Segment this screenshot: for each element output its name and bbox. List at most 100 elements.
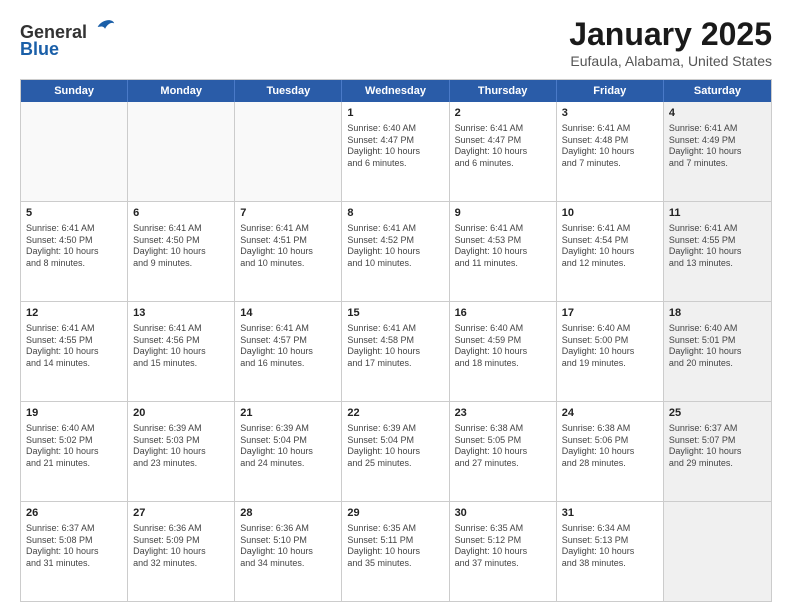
day-number-3: 3: [562, 106, 658, 121]
day-31: 31 Sunrise: 6:34 AM Sunset: 5:13 PM Dayli…: [557, 502, 664, 601]
day-info-31: Sunrise: 6:34 AM Sunset: 5:13 PM Dayligh…: [562, 523, 658, 570]
day-23: 23 Sunrise: 6:38 AM Sunset: 5:05 PM Dayli…: [450, 402, 557, 501]
header-cell-thursday: Thursday: [450, 80, 557, 102]
day-20: 20 Sunrise: 6:39 AM Sunset: 5:03 PM Dayli…: [128, 402, 235, 501]
day-info-5: Sunrise: 6:41 AM Sunset: 4:50 PM Dayligh…: [26, 223, 122, 270]
day-number-23: 23: [455, 406, 551, 421]
day-18: 18Sunrise: 6:40 AM Sunset: 5:01 PM Dayli…: [664, 302, 771, 401]
day-info-27: Sunrise: 6:36 AM Sunset: 5:09 PM Dayligh…: [133, 523, 229, 570]
week-row-5: 26 Sunrise: 6:37 AM Sunset: 5:08 PM Dayli…: [21, 502, 771, 601]
day-number-5: 5: [26, 206, 122, 221]
day-number-12: 12: [26, 306, 122, 321]
day-number-24: 24: [562, 406, 658, 421]
day-17: 17 Sunrise: 6:40 AM Sunset: 5:00 PM Dayli…: [557, 302, 664, 401]
day-number-1: 1: [347, 106, 443, 121]
day-info-1: Sunrise: 6:40 AM Sunset: 4:47 PM Dayligh…: [347, 123, 443, 170]
day-info-11: Sunrise: 6:41 AM Sunset: 4:55 PM Dayligh…: [669, 223, 766, 270]
day-22: 22 Sunrise: 6:39 AM Sunset: 5:04 PM Dayli…: [342, 402, 449, 501]
day-15: 15Sunrise: 6:41 AM Sunset: 4:58 PM Dayli…: [342, 302, 449, 401]
day-number-31: 31: [562, 506, 658, 521]
week-row-3: 12 Sunrise: 6:41 AM Sunset: 4:55 PM Dayli…: [21, 302, 771, 402]
day-info-20: Sunrise: 6:39 AM Sunset: 5:03 PM Dayligh…: [133, 423, 229, 470]
day-info-26: Sunrise: 6:37 AM Sunset: 5:08 PM Dayligh…: [26, 523, 122, 570]
calendar-header-row: SundayMondayTuesdayWednesdayThursdayFrid…: [21, 80, 771, 102]
day-number-16: 16: [455, 306, 551, 321]
day-7: 7 Sunrise: 6:41 AM Sunset: 4:51 PM Daylig…: [235, 202, 342, 301]
day-info-29: Sunrise: 6:35 AM Sunset: 5:11 PM Dayligh…: [347, 523, 443, 570]
day-29: 29 Sunrise: 6:35 AM Sunset: 5:11 PM Dayli…: [342, 502, 449, 601]
day-number-8: 8: [347, 206, 443, 221]
day-info-22: Sunrise: 6:39 AM Sunset: 5:04 PM Dayligh…: [347, 423, 443, 470]
day-number-20: 20: [133, 406, 229, 421]
day-info-8: Sunrise: 6:41 AM Sunset: 4:52 PM Dayligh…: [347, 223, 443, 270]
day-info-23: Sunrise: 6:38 AM Sunset: 5:05 PM Dayligh…: [455, 423, 551, 470]
day-number-21: 21: [240, 406, 336, 421]
day-21: 21Sunrise: 6:39 AM Sunset: 5:04 PM Dayli…: [235, 402, 342, 501]
day-number-26: 26: [26, 506, 122, 521]
day-number-17: 17: [562, 306, 658, 321]
day-number-28: 28: [240, 506, 336, 521]
day-1: 1 Sunrise: 6:40 AM Sunset: 4:47 PM Daylig…: [342, 102, 449, 201]
day-info-24: Sunrise: 6:38 AM Sunset: 5:06 PM Dayligh…: [562, 423, 658, 470]
day-info-17: Sunrise: 6:40 AM Sunset: 5:00 PM Dayligh…: [562, 323, 658, 370]
day-number-9: 9: [455, 206, 551, 221]
empty-cell-w0-d0: [21, 102, 128, 201]
day-number-6: 6: [133, 206, 229, 221]
title-block: January 2025 Eufaula, Alabama, United St…: [569, 16, 772, 69]
logo-bird-icon: [94, 16, 116, 38]
day-info-28: Sunrise: 6:36 AM Sunset: 5:10 PM Dayligh…: [240, 523, 336, 570]
day-number-10: 10: [562, 206, 658, 221]
logo: General Blue: [20, 16, 116, 60]
day-info-9: Sunrise: 6:41 AM Sunset: 4:53 PM Dayligh…: [455, 223, 551, 270]
header-cell-sunday: Sunday: [21, 80, 128, 102]
day-number-7: 7: [240, 206, 336, 221]
day-number-13: 13: [133, 306, 229, 321]
day-25: 25Sunrise: 6:37 AM Sunset: 5:07 PM Dayli…: [664, 402, 771, 501]
day-11: 11Sunrise: 6:41 AM Sunset: 4:55 PM Dayli…: [664, 202, 771, 301]
day-number-29: 29: [347, 506, 443, 521]
day-10: 10Sunrise: 6:41 AM Sunset: 4:54 PM Dayli…: [557, 202, 664, 301]
day-27: 27Sunrise: 6:36 AM Sunset: 5:09 PM Dayli…: [128, 502, 235, 601]
day-4: 4Sunrise: 6:41 AM Sunset: 4:49 PM Daylig…: [664, 102, 771, 201]
day-12: 12 Sunrise: 6:41 AM Sunset: 4:55 PM Dayli…: [21, 302, 128, 401]
day-24: 24 Sunrise: 6:38 AM Sunset: 5:06 PM Dayli…: [557, 402, 664, 501]
day-5: 5 Sunrise: 6:41 AM Sunset: 4:50 PM Daylig…: [21, 202, 128, 301]
header-cell-saturday: Saturday: [664, 80, 771, 102]
day-number-19: 19: [26, 406, 122, 421]
header: General Blue January 2025 Eufaula, Alaba…: [20, 16, 772, 69]
day-info-30: Sunrise: 6:35 AM Sunset: 5:12 PM Dayligh…: [455, 523, 551, 570]
header-cell-tuesday: Tuesday: [235, 80, 342, 102]
day-26: 26 Sunrise: 6:37 AM Sunset: 5:08 PM Dayli…: [21, 502, 128, 601]
day-9: 9 Sunrise: 6:41 AM Sunset: 4:53 PM Daylig…: [450, 202, 557, 301]
week-row-4: 19 Sunrise: 6:40 AM Sunset: 5:02 PM Dayli…: [21, 402, 771, 502]
day-14: 14Sunrise: 6:41 AM Sunset: 4:57 PM Dayli…: [235, 302, 342, 401]
day-info-16: Sunrise: 6:40 AM Sunset: 4:59 PM Dayligh…: [455, 323, 551, 370]
day-28: 28 Sunrise: 6:36 AM Sunset: 5:10 PM Dayli…: [235, 502, 342, 601]
day-number-25: 25: [669, 406, 766, 421]
day-info-19: Sunrise: 6:40 AM Sunset: 5:02 PM Dayligh…: [26, 423, 122, 470]
calendar: SundayMondayTuesdayWednesdayThursdayFrid…: [20, 79, 772, 602]
day-16: 16 Sunrise: 6:40 AM Sunset: 4:59 PM Dayli…: [450, 302, 557, 401]
header-cell-friday: Friday: [557, 80, 664, 102]
day-13: 13Sunrise: 6:41 AM Sunset: 4:56 PM Dayli…: [128, 302, 235, 401]
day-8: 8 Sunrise: 6:41 AM Sunset: 4:52 PM Daylig…: [342, 202, 449, 301]
day-number-4: 4: [669, 106, 766, 121]
day-info-12: Sunrise: 6:41 AM Sunset: 4:55 PM Dayligh…: [26, 323, 122, 370]
logo-blue-text: [87, 22, 116, 42]
calendar-title: January 2025: [569, 16, 772, 53]
day-number-18: 18: [669, 306, 766, 321]
empty-cell-w0-d1: [128, 102, 235, 201]
calendar-body: 1 Sunrise: 6:40 AM Sunset: 4:47 PM Daylig…: [21, 102, 771, 601]
day-19: 19 Sunrise: 6:40 AM Sunset: 5:02 PM Dayli…: [21, 402, 128, 501]
day-number-22: 22: [347, 406, 443, 421]
day-number-30: 30: [455, 506, 551, 521]
day-number-2: 2: [455, 106, 551, 121]
day-number-15: 15: [347, 306, 443, 321]
day-2: 2Sunrise: 6:41 AM Sunset: 4:47 PM Daylig…: [450, 102, 557, 201]
day-info-7: Sunrise: 6:41 AM Sunset: 4:51 PM Dayligh…: [240, 223, 336, 270]
header-cell-wednesday: Wednesday: [342, 80, 449, 102]
empty-cell-w0-d2: [235, 102, 342, 201]
day-info-3: Sunrise: 6:41 AM Sunset: 4:48 PM Dayligh…: [562, 123, 658, 170]
day-6: 6Sunrise: 6:41 AM Sunset: 4:50 PM Daylig…: [128, 202, 235, 301]
header-cell-monday: Monday: [128, 80, 235, 102]
